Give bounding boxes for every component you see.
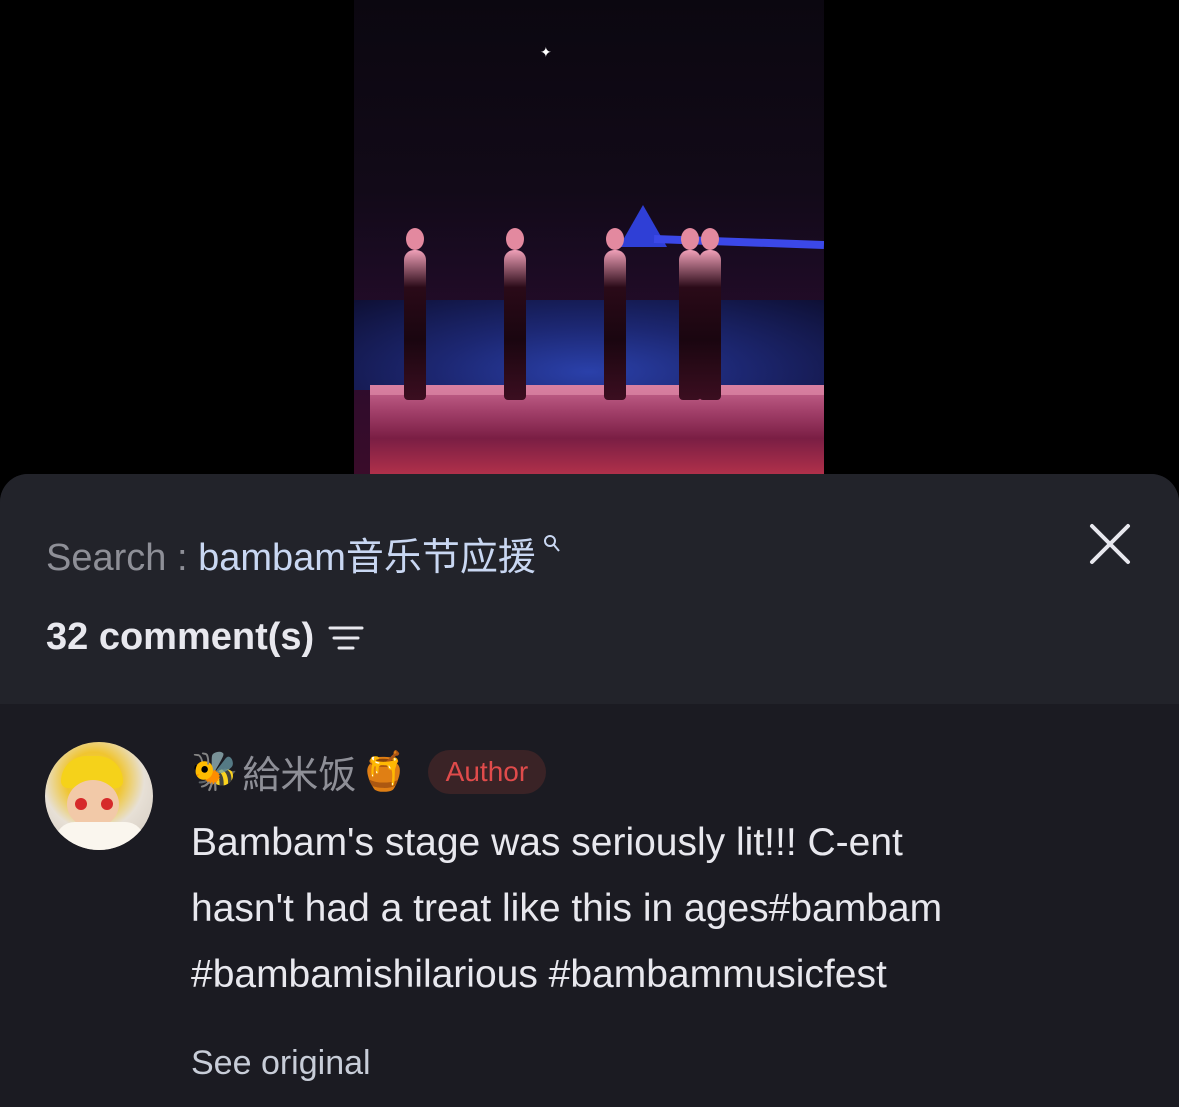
performer (404, 228, 426, 400)
comment-item: 🐝 給米饭 🍯 Author Bambam's stage was seriou… (0, 704, 1179, 1107)
author-badge: Author (427, 749, 547, 794)
performer (699, 228, 721, 400)
comment-text-line: #bambamishilarious #bambammusicfest (191, 953, 887, 996)
close-icon[interactable] (1084, 518, 1136, 570)
avatar-decoration (101, 798, 113, 810)
comments-sheet-header: Search : bambam音乐节应援 32 comment(s) (0, 474, 1179, 704)
search-label: Search : (46, 537, 199, 579)
comment-text-line: Bambam's stage was seriously lit!!! C-en… (191, 821, 903, 864)
performer (604, 228, 626, 400)
stage-edge (370, 385, 824, 395)
comment-author-row: 🐝 給米饭 🍯 Author (191, 744, 547, 799)
comment-count-label: 32 comment(s) (46, 616, 315, 658)
search-icon[interactable] (538, 535, 561, 558)
avatar-shirt (55, 822, 145, 850)
performer (679, 228, 701, 400)
search-suggestion[interactable]: Search : bambam音乐节应援 (46, 526, 561, 581)
screen: ✦ Search : bambam音乐节应援 32 comment(s) 🐝 給… (0, 0, 1179, 1107)
sparkle-icon: ✦ (540, 44, 552, 60)
bee-icon: 🐝 (191, 750, 239, 793)
comment-count: 32 comment(s) (46, 616, 364, 659)
stage-floor (370, 385, 824, 474)
comment-text-line: hasn't had a treat like this in ages#bam… (191, 887, 943, 930)
comments-sheet: Search : bambam音乐节应援 32 comment(s) 🐝 給米饭… (0, 474, 1179, 1107)
avatar[interactable] (45, 742, 153, 850)
stage-light-beam (653, 235, 824, 249)
sort-filter-icon[interactable] (328, 623, 364, 653)
honey-pot-icon: 🍯 (360, 750, 408, 793)
comment-username[interactable]: 給米饭 (242, 744, 356, 799)
video-player[interactable]: ✦ (354, 0, 824, 474)
avatar-decoration (75, 798, 87, 810)
comment-text: Bambam's stage was seriously lit!!! C-en… (191, 810, 1091, 1008)
see-original-link[interactable]: See original (191, 1044, 371, 1083)
search-query[interactable]: bambam音乐节应援 (198, 537, 536, 579)
performer (504, 228, 526, 400)
